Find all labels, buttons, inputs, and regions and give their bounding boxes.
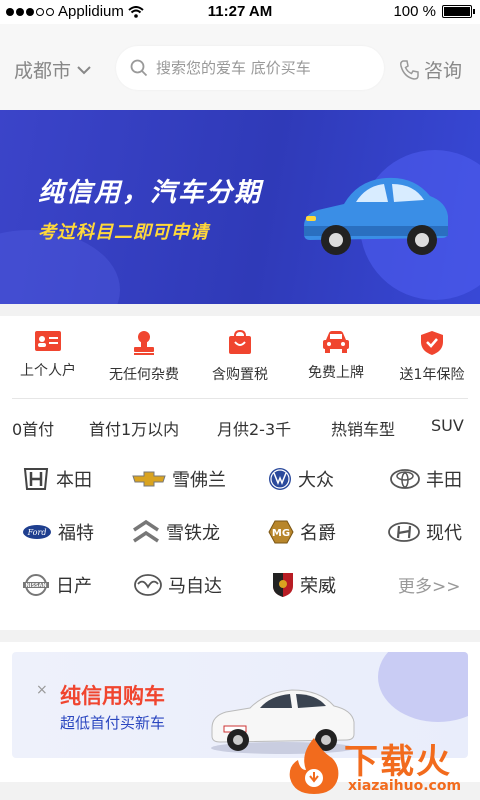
brand-hyundai[interactable]: 现代 <box>388 519 462 545</box>
svg-text:NISSAN: NISSAN <box>25 583 46 589</box>
shopping-bag-icon <box>229 330 251 354</box>
city-selector[interactable]: 成都市 <box>14 56 91 83</box>
brand-label: 福特 <box>58 523 94 544</box>
more-brands-link[interactable]: 更多>> <box>398 572 461 597</box>
brand-label: 日产 <box>56 576 92 597</box>
status-bar: Applidium 11:27 AM 100 % <box>0 0 480 24</box>
service-label: 无任何杂费 <box>109 367 179 383</box>
nissan-logo-icon: NISSAN <box>23 574 49 596</box>
search-input[interactable] <box>156 59 366 77</box>
brand-label: 丰田 <box>426 470 462 491</box>
brand-label: 雪佛兰 <box>172 470 226 491</box>
watermark-url: xiazaihuo.com <box>348 778 462 794</box>
brand-roewe[interactable]: 荣威 <box>272 572 336 598</box>
service-label: 送1年保险 <box>399 367 465 383</box>
filter-zero-down[interactable]: 0首付 <box>12 416 54 440</box>
service-item[interactable]: 免费上牌 <box>288 316 384 396</box>
brand-toyota[interactable]: 丰田 <box>390 466 462 492</box>
service-label: 含购置税 <box>212 367 268 383</box>
svg-text:Ford: Ford <box>27 528 47 537</box>
stamp-icon <box>134 331 154 355</box>
brand-label: 大众 <box>298 470 334 491</box>
brand-nissan[interactable]: NISSAN 日产 <box>22 572 92 598</box>
main-panel: 上个人户 无任何杂费 含购置税 免费上牌 送1年保险 0首付 首付1万以内 月供… <box>0 316 480 630</box>
phone-icon <box>400 59 419 80</box>
hyundai-logo-icon <box>388 522 420 542</box>
battery-icon <box>442 5 475 18</box>
consult-button[interactable]: 咨询 <box>398 56 462 83</box>
consult-label: 咨询 <box>424 60 463 82</box>
close-icon[interactable]: × <box>36 682 48 698</box>
brand-honda[interactable]: 本田 <box>22 466 92 492</box>
citroen-logo-icon <box>133 519 159 543</box>
filter-monthly[interactable]: 月供2-3千 <box>217 416 291 440</box>
brand-label: 名爵 <box>300 523 336 544</box>
brand-chevrolet[interactable]: 雪佛兰 <box>132 466 226 492</box>
banner-title: 纯信用，汽车分期 <box>38 178 263 208</box>
search-icon <box>130 59 148 77</box>
brand-mg[interactable]: MG 名爵 <box>268 519 336 545</box>
divider <box>12 398 468 399</box>
honda-logo-icon <box>23 468 49 490</box>
search-bar[interactable] <box>116 46 384 90</box>
promo-card-subtitle: 超低首付买新车 <box>60 714 166 732</box>
roewe-logo-icon <box>273 573 293 597</box>
battery-percent: 100 % <box>393 3 436 20</box>
car-icon <box>323 331 349 353</box>
id-card-icon <box>35 331 61 351</box>
flame-logo-icon <box>289 738 339 794</box>
city-label: 成都市 <box>14 60 72 82</box>
brand-citroen[interactable]: 雪铁龙 <box>132 519 220 545</box>
svg-text:MG: MG <box>272 528 290 539</box>
brand-volkswagen[interactable]: 大众 <box>268 466 334 492</box>
mazda-logo-icon <box>134 574 162 596</box>
service-item[interactable]: 无任何杂费 <box>96 316 192 396</box>
filter-under-10k[interactable]: 首付1万以内 <box>89 416 179 440</box>
watermark-text: 下载火 <box>344 742 452 782</box>
brand-label: 马自达 <box>168 576 222 597</box>
header: 成都市 咨询 <box>0 24 480 110</box>
promo-card-title: 纯信用购车 <box>60 684 165 708</box>
chevrolet-logo-icon <box>132 471 166 487</box>
watermark: 下载火 xiazaihuo.com <box>286 730 480 800</box>
filter-hot-models[interactable]: 热销车型 <box>331 416 395 440</box>
promo-banner[interactable]: 纯信用，汽车分期 考过科目二即可申请 <box>0 110 480 304</box>
shield-check-icon <box>421 331 443 355</box>
filter-tabs: 0首付 首付1万以内 月供2-3千 热销车型 SUV <box>0 412 480 442</box>
filter-suv[interactable]: SUV <box>431 416 464 435</box>
banner-subtitle: 考过科目二即可申请 <box>38 222 209 243</box>
brand-label: 现代 <box>426 523 462 544</box>
service-label: 上个人户 <box>20 363 76 379</box>
service-item[interactable]: 送1年保险 <box>384 316 480 396</box>
chevron-down-icon <box>77 65 91 74</box>
brand-mazda[interactable]: 马自达 <box>134 572 222 598</box>
brand-label: 本田 <box>56 470 92 491</box>
service-features: 上个人户 无任何杂费 含购置税 免费上牌 送1年保险 <box>0 316 480 396</box>
ford-logo-icon: Ford <box>23 525 51 539</box>
service-item[interactable]: 上个人户 <box>0 316 96 396</box>
volkswagen-logo-icon <box>269 468 291 490</box>
brand-label: 雪铁龙 <box>166 523 220 544</box>
mg-logo-icon: MG <box>268 520 294 544</box>
toyota-logo-icon <box>390 469 420 489</box>
blue-car-illustration <box>304 177 448 255</box>
brand-label: 荣威 <box>300 576 336 597</box>
service-item[interactable]: 含购置税 <box>192 316 288 396</box>
brand-ford[interactable]: Ford 福特 <box>22 519 94 545</box>
service-label: 免费上牌 <box>308 365 364 381</box>
